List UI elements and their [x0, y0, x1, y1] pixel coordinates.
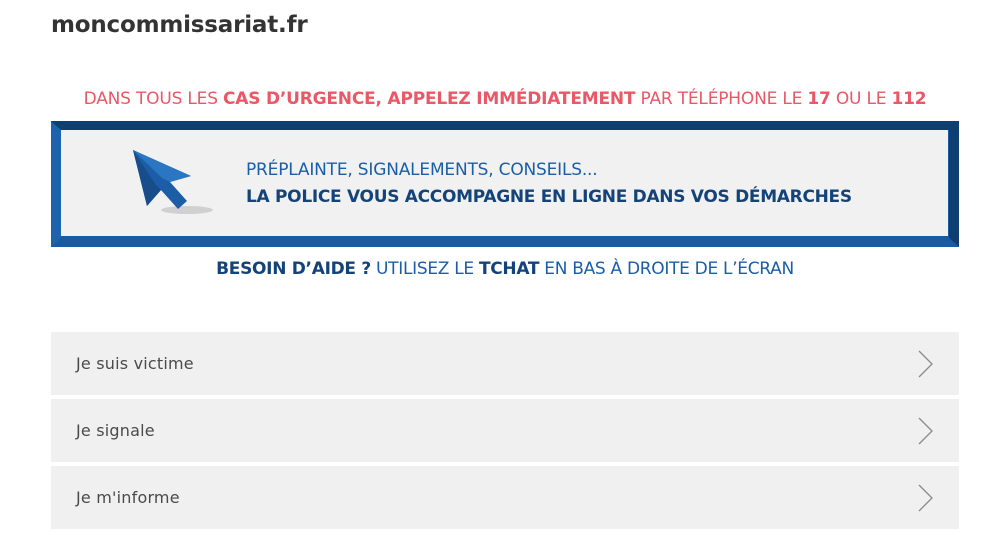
help-text-1: BESOIN D’AIDE ?	[216, 259, 371, 279]
menu-item-label: Je m'informe	[76, 488, 180, 507]
menu-item-informe[interactable]: Je m'informe	[51, 466, 959, 529]
urgence-text-2: CAS D’URGENCE, APPELEZ IMMÉDIATEMENT	[222, 89, 636, 109]
help-text-3: EN BAS À DROITE DE L’ÉCRAN	[539, 259, 794, 279]
urgence-text-3: PAR TÉLÉPHONE LE	[635, 89, 808, 109]
help-notice: BESOIN D’AIDE ? UTILISEZ LE TCHAT EN BAS…	[51, 259, 959, 279]
banner-line-2: LA POLICE VOUS ACCOMPAGNE EN LIGNE DANS …	[246, 187, 852, 207]
banner-panel: PRÉPLAINTE, SIGNALEMENTS, CONSEILS... LA…	[61, 130, 948, 236]
urgence-text-1: DANS TOUS LES	[83, 89, 223, 109]
menu-item-signale[interactable]: Je signale	[51, 399, 959, 462]
page: moncommissariat.fr DANS TOUS LES CAS D’U…	[0, 0, 989, 556]
menu-item-victime[interactable]: Je suis victime	[51, 332, 959, 395]
site-title-link[interactable]: moncommissariat.fr	[51, 12, 308, 38]
menu-item-label: Je suis victime	[76, 354, 194, 373]
chevron-right-icon	[918, 417, 933, 445]
chevron-right-icon	[918, 350, 933, 378]
menu-item-label: Je signale	[76, 421, 155, 440]
help-text-tchat: TCHAT	[478, 259, 540, 279]
chevron-right-icon	[918, 484, 933, 512]
help-text-2: UTILISEZ LE	[370, 259, 479, 279]
police-banner[interactable]: PRÉPLAINTE, SIGNALEMENTS, CONSEILS... LA…	[51, 121, 959, 247]
urgence-number-112: 112	[891, 89, 927, 109]
urgence-notice: DANS TOUS LES CAS D’URGENCE, APPELEZ IMM…	[51, 89, 959, 109]
cursor-arrow-icon	[133, 150, 213, 214]
urgence-number-17: 17	[807, 89, 831, 109]
urgence-text-4: OU LE	[830, 89, 892, 109]
banner-line-1: PRÉPLAINTE, SIGNALEMENTS, CONSEILS...	[246, 160, 598, 180]
